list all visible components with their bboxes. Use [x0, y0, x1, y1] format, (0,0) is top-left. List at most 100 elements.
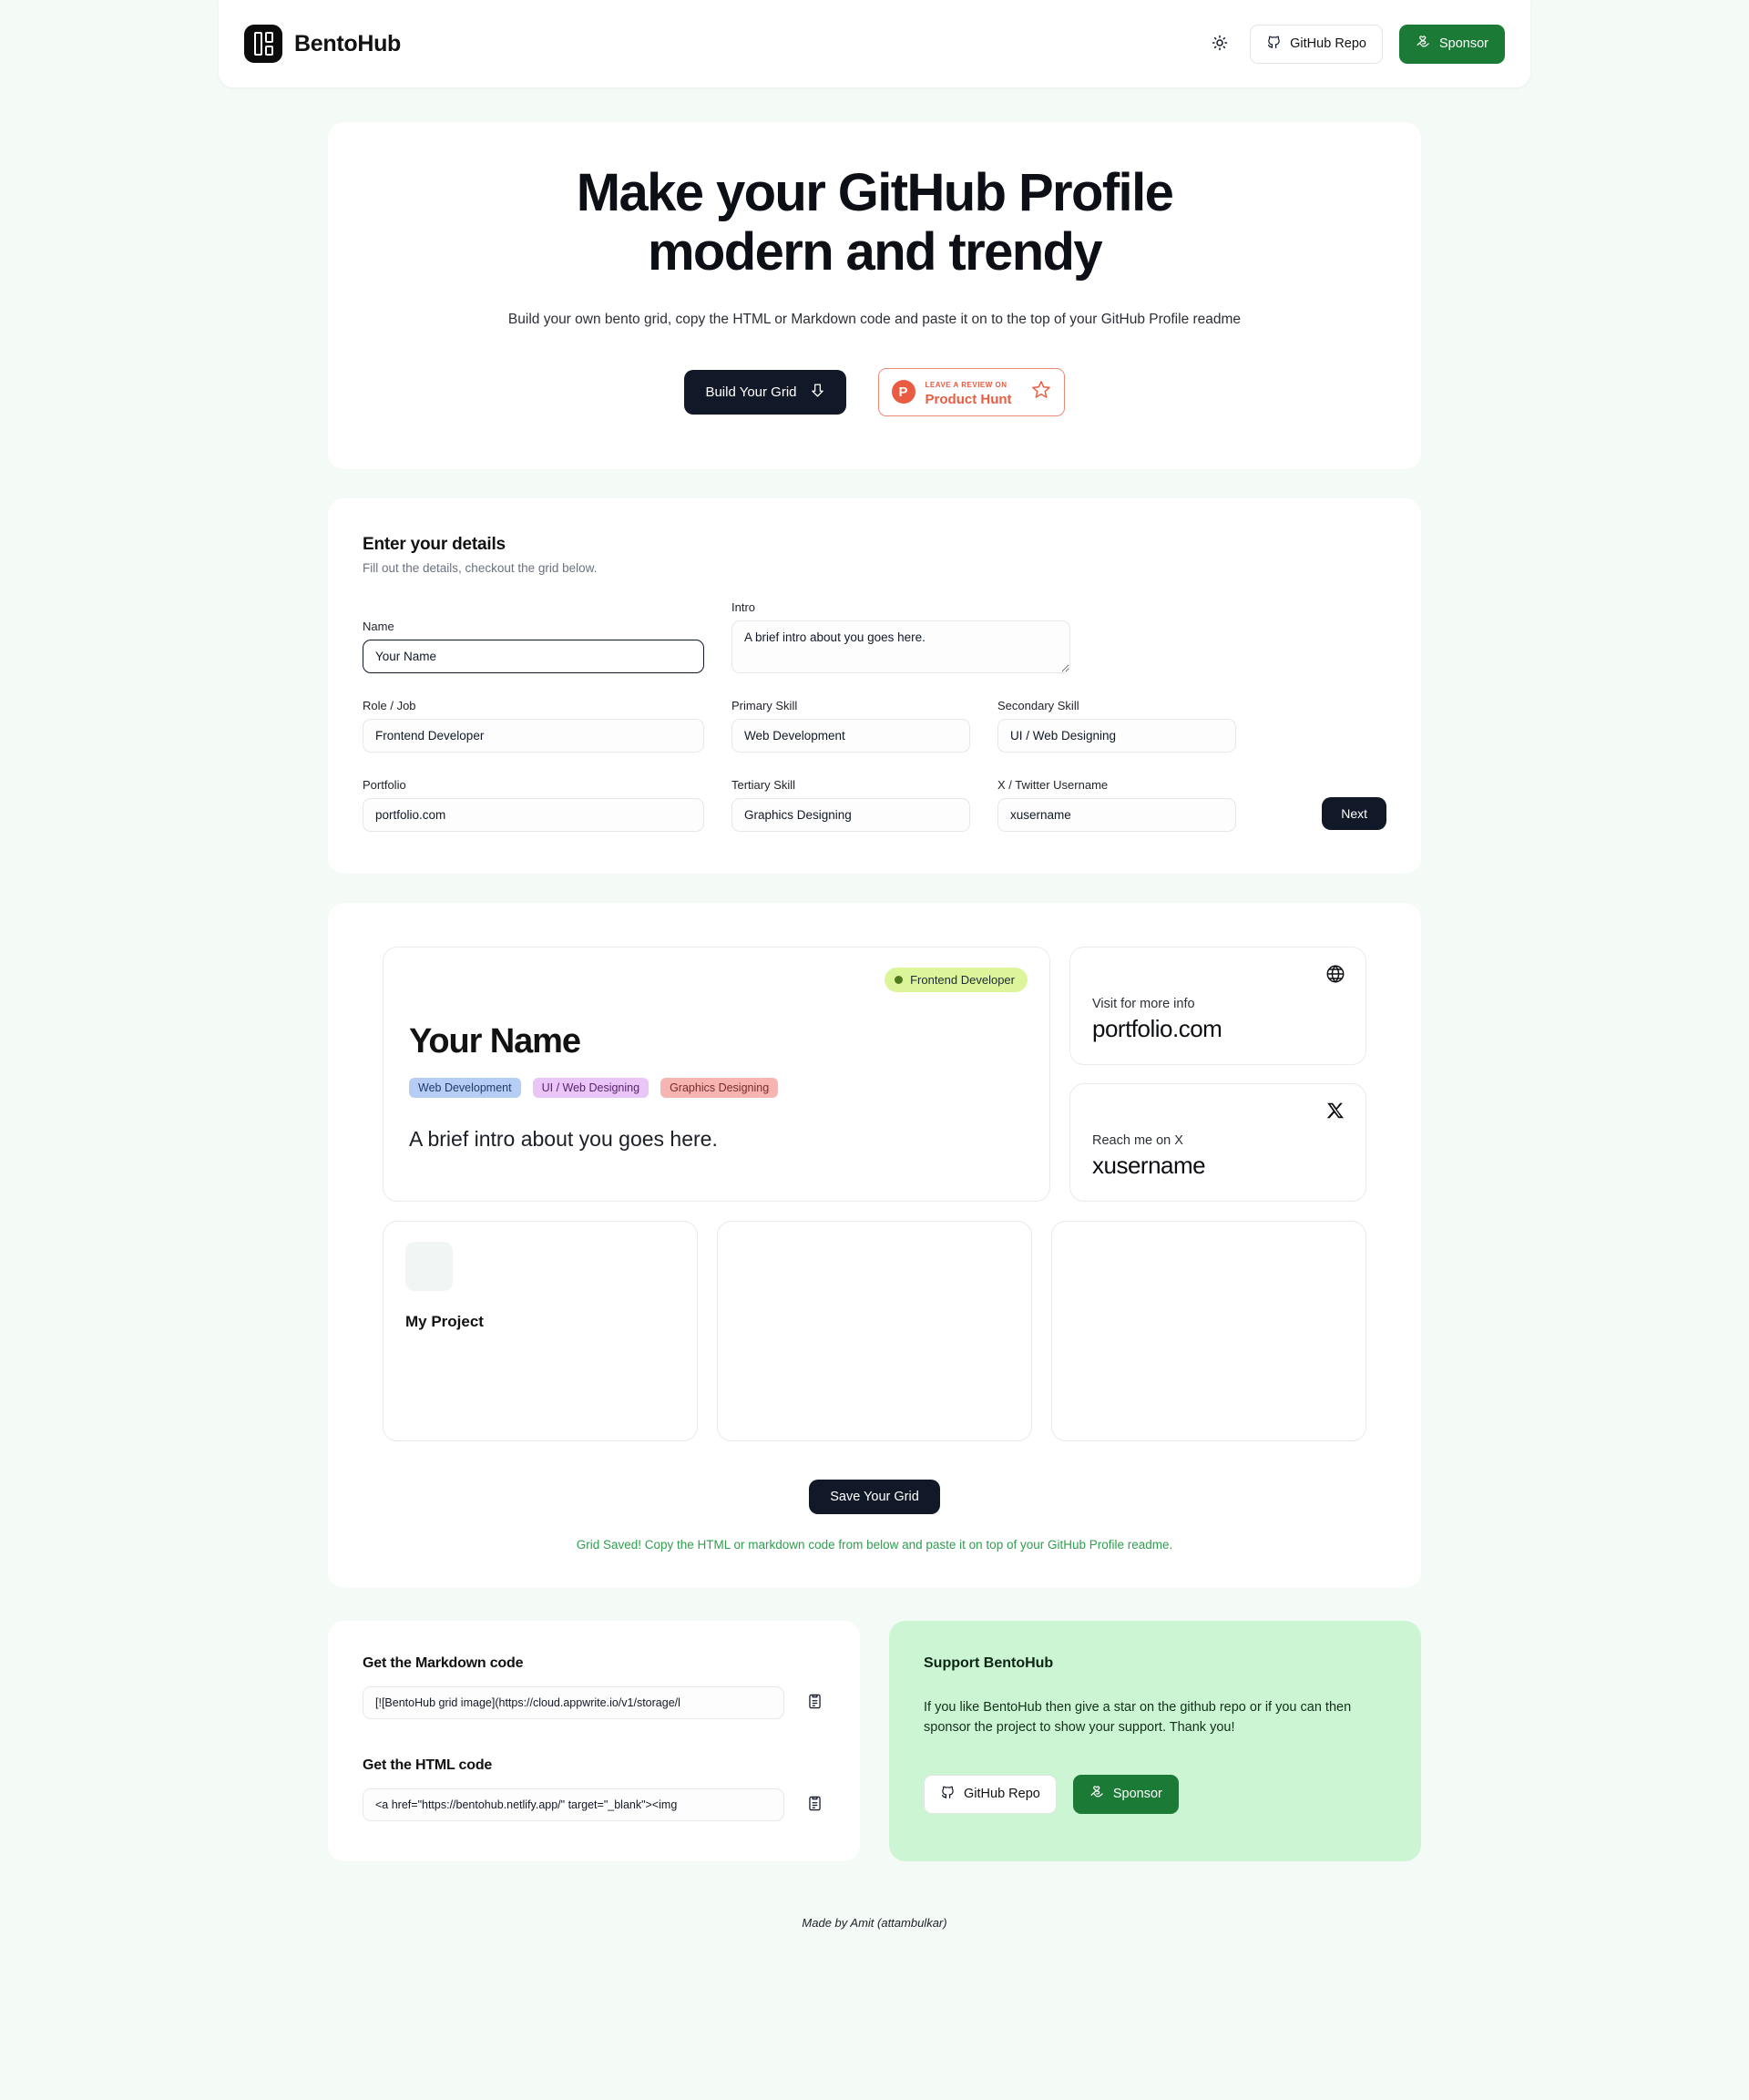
support-text: If you like BentoHub then give a star on…: [924, 1699, 1352, 1736]
next-button[interactable]: Next: [1322, 796, 1386, 830]
preview-name: Your Name: [409, 1021, 581, 1060]
portfolio-card-value: portfolio.com: [1092, 1014, 1222, 1042]
secondary-skill-input[interactable]: [997, 718, 1236, 753]
bento-x-card: Reach me on X xusername: [1069, 1082, 1366, 1202]
code-output-section: Get the Markdown code Get the HTML code: [328, 1620, 860, 1861]
field-primary-skill: Primary Skill: [731, 699, 970, 753]
project-thumbnail-placeholder: [405, 1241, 453, 1291]
portfolio-input[interactable]: [363, 797, 704, 832]
github-repo-button[interactable]: GitHub Repo: [1250, 24, 1383, 64]
html-code-row: [363, 1788, 825, 1821]
markdown-code-row: [363, 1685, 825, 1719]
sponsor-label: Sponsor: [1438, 36, 1488, 51]
skill-pill: UI / Web Designing: [532, 1077, 649, 1098]
field-intro: Intro: [731, 600, 1070, 673]
github-repo-label: GitHub Repo: [1290, 36, 1366, 51]
x-username-input[interactable]: [997, 797, 1236, 832]
x-card-value: xusername: [1092, 1151, 1206, 1179]
product-hunt-badge[interactable]: P LEAVE A REVIEW ON Product Hunt: [877, 367, 1065, 416]
portfolio-card-label: Visit for more info: [1092, 996, 1195, 1011]
label-name: Name: [363, 619, 394, 633]
product-hunt-logo-icon: P: [891, 380, 915, 405]
x-logo-icon: [1325, 1101, 1345, 1125]
form-subtitle: Fill out the details, checkout the grid …: [363, 560, 598, 575]
skill-pill: Graphics Designing: [660, 1077, 779, 1098]
clipboard-icon: [806, 1796, 823, 1815]
label-tertiary-skill: Tertiary Skill: [731, 777, 796, 792]
support-title: Support BentoHub: [924, 1654, 1054, 1671]
github-icon: [940, 1785, 956, 1804]
bento-portfolio-card: Visit for more info portfolio.com: [1069, 946, 1366, 1065]
skill-pill: Web Development: [409, 1077, 521, 1098]
build-your-grid-button[interactable]: Build Your Grid: [684, 369, 846, 415]
form-row-3: Portfolio Tertiary Skill X / Twitter Use…: [363, 778, 1386, 832]
label-secondary-skill: Secondary Skill: [997, 698, 1079, 712]
label-primary-skill: Primary Skill: [731, 698, 798, 712]
product-hunt-main-line: Product Hunt: [925, 392, 1012, 408]
bentohub-logo-icon: [244, 25, 282, 63]
build-grid-label: Build Your Grid: [705, 384, 797, 400]
status-dot-icon: [895, 975, 904, 984]
label-portfolio: Portfolio: [363, 777, 406, 792]
label-intro: Intro: [731, 599, 756, 614]
bento-profile-card: Frontend Developer Your Name Web Develop…: [383, 946, 1050, 1202]
project-card: [1051, 1220, 1366, 1441]
hero-subtitle: Build your own bento grid, copy the HTML…: [507, 311, 1242, 327]
details-form-section: Enter your details Fill out the details,…: [328, 497, 1421, 874]
tertiary-skill-input[interactable]: [731, 797, 970, 832]
app-header: BentoHub GitHub Repo Sponsor: [219, 0, 1530, 87]
bento-top-row: Frontend Developer Your Name Web Develop…: [383, 946, 1366, 1202]
field-role: Role / Job: [363, 699, 704, 753]
clipboard-icon: [806, 1694, 823, 1713]
name-input[interactable]: [363, 639, 704, 673]
label-x-username: X / Twitter Username: [997, 777, 1109, 792]
globe-icon: [1325, 964, 1345, 989]
x-card-label: Reach me on X: [1092, 1132, 1183, 1148]
form-title: Enter your details: [363, 534, 506, 554]
theme-toggle-button[interactable]: [1206, 30, 1233, 57]
markdown-code-title: Get the Markdown code: [363, 1654, 524, 1671]
field-name: Name: [363, 620, 704, 673]
support-button-row: GitHub Repo Sponsor: [924, 1774, 1386, 1814]
footer-credit: Made by Amit (attambulkar): [802, 1915, 947, 1930]
form-row-2: Role / Job Primary Skill Secondary Skill: [363, 699, 1386, 753]
field-x-username: X / Twitter Username: [997, 778, 1236, 832]
support-sponsor-button[interactable]: Sponsor: [1072, 1774, 1179, 1814]
markdown-code-input[interactable]: [363, 1685, 784, 1719]
support-sponsor-label: Sponsor: [1112, 1787, 1162, 1802]
html-code-input[interactable]: [363, 1788, 784, 1821]
arrow-down-icon: [810, 383, 825, 402]
support-section: Support BentoHub If you like BentoHub th…: [889, 1620, 1421, 1861]
label-role: Role / Job: [363, 698, 416, 712]
intro-textarea[interactable]: [731, 620, 1070, 673]
hand-heart-icon: [1089, 1785, 1105, 1804]
bento-projects-row: My Project: [383, 1220, 1366, 1441]
product-hunt-top-line: LEAVE A REVIEW ON: [925, 380, 1007, 389]
role-badge-label: Frontend Developer: [910, 972, 1015, 987]
hand-heart-icon: [1416, 35, 1431, 54]
brand-name: BentoHub: [294, 30, 402, 56]
sponsor-button[interactable]: Sponsor: [1398, 24, 1505, 64]
form-row-1: Name Intro: [363, 600, 1386, 673]
field-secondary-skill: Secondary Skill: [997, 699, 1236, 753]
bento-side-column: Visit for more info portfolio.com Reach …: [1069, 946, 1366, 1202]
hero-title: Make your GitHub Profile modern and tren…: [576, 163, 1174, 282]
support-github-label: GitHub Repo: [964, 1787, 1040, 1802]
html-code-title: Get the HTML code: [363, 1757, 493, 1773]
project-title: My Project: [405, 1312, 484, 1330]
copy-html-button[interactable]: [804, 1793, 825, 1817]
copy-markdown-button[interactable]: [804, 1691, 825, 1715]
field-portfolio: Portfolio: [363, 778, 704, 832]
skill-pill-row: Web Development UI / Web Designing Graph…: [409, 1077, 1024, 1098]
role-badge: Frontend Developer: [885, 967, 1028, 992]
brand[interactable]: BentoHub: [244, 25, 401, 63]
hero-cta-row: Build Your Grid P LEAVE A REVIEW ON Prod…: [383, 367, 1366, 416]
role-input[interactable]: [363, 718, 704, 753]
github-icon: [1266, 35, 1282, 54]
save-grid-row: Save Your Grid: [383, 1479, 1366, 1514]
save-grid-button[interactable]: Save Your Grid: [809, 1479, 940, 1514]
project-card: [717, 1220, 1032, 1441]
html-code-block: Get the HTML code: [363, 1757, 825, 1821]
primary-skill-input[interactable]: [731, 718, 970, 753]
support-github-repo-button[interactable]: GitHub Repo: [924, 1774, 1057, 1814]
